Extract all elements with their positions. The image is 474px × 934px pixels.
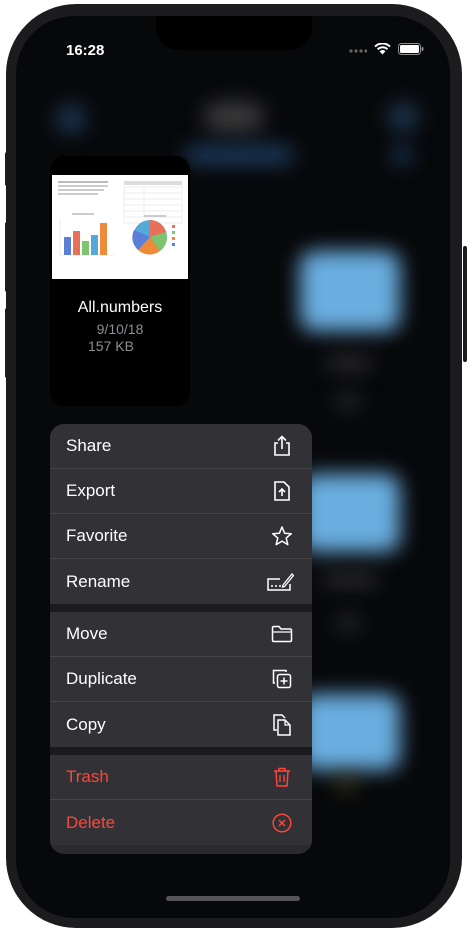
signal-icon — [349, 42, 368, 60]
battery-icon — [398, 42, 424, 60]
side-button-power — [463, 246, 467, 362]
status-time: 16:28 — [66, 42, 105, 59]
folder-icon — [270, 622, 294, 646]
menu-item-duplicate[interactable]: Duplicate — [50, 657, 312, 702]
menu-group-file: Move Duplicate Copy — [50, 612, 312, 747]
file-thumbnail — [52, 175, 188, 279]
side-button-volume-up — [5, 222, 9, 292]
menu-item-rename[interactable]: Rename — [50, 559, 312, 604]
file-size: 157 KB — [88, 338, 134, 354]
menu-separator — [50, 604, 312, 612]
menu-item-label: Delete — [66, 812, 116, 832]
menu-item-move[interactable]: Move — [50, 612, 312, 657]
menu-item-label: Share — [66, 436, 112, 455]
spreadsheet-thumbnail-image — [58, 181, 183, 256]
share-icon — [270, 434, 294, 458]
menu-item-delete[interactable]: Delete — [50, 800, 312, 845]
star-icon — [270, 524, 294, 548]
home-indicator[interactable] — [166, 896, 300, 901]
screen: 16:28 All.numbers 9/10/18 157 KB Share E… — [16, 16, 450, 918]
side-button-mute — [5, 152, 9, 186]
menu-item-label: Favorite — [66, 526, 128, 545]
menu-item-label: Copy — [66, 714, 106, 734]
file-preview-card: All.numbers 9/10/18 157 KB — [50, 156, 190, 406]
menu-item-label: Trash — [66, 767, 109, 786]
menu-item-export[interactable]: Export — [50, 469, 312, 514]
menu-item-label: Duplicate — [66, 669, 137, 688]
menu-item-label: Move — [66, 624, 108, 643]
copy-icon — [270, 713, 294, 737]
menu-item-trash[interactable]: Trash — [50, 755, 312, 800]
menu-group-destructive: Trash Delete — [50, 755, 312, 845]
menu-group-actions: Share Export Favorite Rename — [50, 424, 312, 604]
status-icons — [349, 42, 424, 60]
menu-item-share[interactable]: Share — [50, 424, 312, 469]
delete-icon — [270, 811, 294, 835]
menu-item-label: Rename — [66, 571, 131, 591]
wifi-icon — [374, 42, 391, 60]
menu-item-favorite[interactable]: Favorite — [50, 514, 312, 559]
file-date: 9/10/18 — [96, 321, 144, 337]
context-menu: Share Export Favorite Rename Move Duplic… — [50, 424, 312, 854]
notch — [156, 16, 312, 50]
duplicate-icon — [270, 667, 294, 691]
menu-item-copy[interactable]: Copy — [50, 702, 312, 747]
rename-icon — [266, 570, 294, 594]
trash-icon — [270, 765, 294, 789]
side-button-volume-down — [5, 308, 9, 378]
menu-separator — [50, 747, 312, 755]
file-name: All.numbers — [77, 299, 163, 316]
menu-item-label: Export — [66, 481, 116, 500]
export-icon — [270, 479, 294, 503]
